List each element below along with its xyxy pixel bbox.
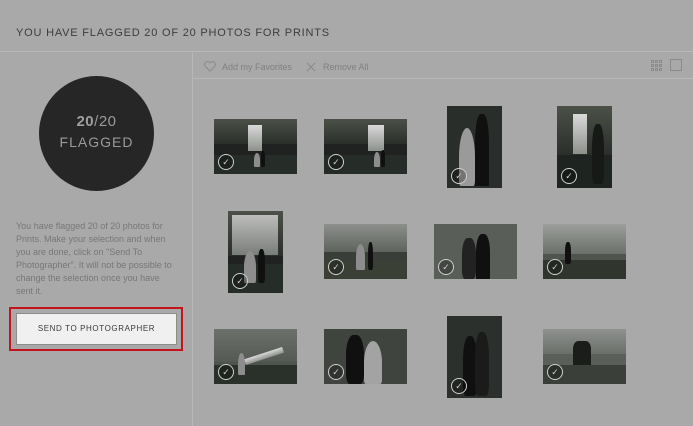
check-circle-icon[interactable]: ✓ bbox=[547, 259, 563, 275]
check-circle-icon[interactable]: ✓ bbox=[328, 154, 344, 170]
check-circle-icon[interactable]: ✓ bbox=[438, 259, 454, 275]
sidebar: 20/20 FLAGGED You have flagged 20 of 20 … bbox=[0, 53, 193, 426]
add-favorites-button[interactable]: Add my Favorites bbox=[203, 60, 292, 73]
photo-thumbnail[interactable]: ✓ bbox=[557, 106, 612, 188]
photo-thumbnail[interactable]: ✓ bbox=[447, 106, 502, 188]
check-circle-icon[interactable]: ✓ bbox=[218, 154, 234, 170]
photo-thumbnail[interactable]: ✓ bbox=[214, 119, 297, 174]
send-to-photographer-button[interactable]: SEND TO PHOTOGRAPHER bbox=[16, 313, 177, 345]
heart-icon bbox=[203, 60, 216, 73]
photo-thumbnail[interactable]: ✓ bbox=[324, 224, 407, 279]
flag-count-value: 20 bbox=[76, 113, 95, 130]
check-circle-icon[interactable]: ✓ bbox=[451, 378, 467, 394]
check-circle-icon[interactable]: ✓ bbox=[232, 273, 248, 289]
photo-thumbnail[interactable]: ✓ bbox=[214, 329, 297, 384]
close-icon bbox=[304, 60, 317, 73]
photo-thumbnail[interactable]: ✓ bbox=[447, 316, 502, 398]
remove-all-label: Remove All bbox=[323, 61, 369, 72]
add-favorites-label: Add my Favorites bbox=[222, 61, 293, 72]
check-circle-icon[interactable]: ✓ bbox=[547, 364, 563, 380]
page-header: YOU HAVE FLAGGED 20 OF 20 PHOTOS FOR PRI… bbox=[0, 0, 693, 52]
photo-thumbnail[interactable]: ✓ bbox=[324, 119, 407, 174]
photo-thumbnail[interactable]: ✓ bbox=[228, 211, 283, 293]
flag-count-total: /20 bbox=[94, 113, 117, 130]
check-circle-icon[interactable]: ✓ bbox=[561, 168, 577, 184]
check-circle-icon[interactable]: ✓ bbox=[328, 364, 344, 380]
photo-thumbnail[interactable]: ✓ bbox=[543, 224, 626, 279]
gallery-toolbar: Add my Favorites Remove All bbox=[194, 53, 693, 79]
grid-view-icon[interactable] bbox=[651, 60, 662, 71]
photo-thumbnail[interactable]: ✓ bbox=[324, 329, 407, 384]
flag-count-badge: 20/20 FLAGGED bbox=[39, 76, 154, 191]
photo-grid: ✓ ✓ ✓ ✓ ✓ ✓ ✓ ✓ ✓ ✓ ✓ ✓ bbox=[194, 80, 693, 426]
photo-thumbnail[interactable]: ✓ bbox=[543, 329, 626, 384]
check-circle-icon[interactable]: ✓ bbox=[451, 168, 467, 184]
check-circle-icon[interactable]: ✓ bbox=[218, 364, 234, 380]
single-view-icon[interactable] bbox=[670, 59, 682, 71]
photo-thumbnail[interactable]: ✓ bbox=[434, 224, 517, 279]
remove-all-button[interactable]: Remove All bbox=[304, 60, 369, 73]
flag-count: 20/20 bbox=[39, 113, 154, 130]
page-title: YOU HAVE FLAGGED 20 OF 20 PHOTOS FOR PRI… bbox=[16, 27, 330, 39]
check-circle-icon[interactable]: ✓ bbox=[328, 259, 344, 275]
flag-count-label: FLAGGED bbox=[59, 134, 134, 150]
selection-description: You have flagged 20 of 20 photos for Pri… bbox=[16, 221, 172, 296]
